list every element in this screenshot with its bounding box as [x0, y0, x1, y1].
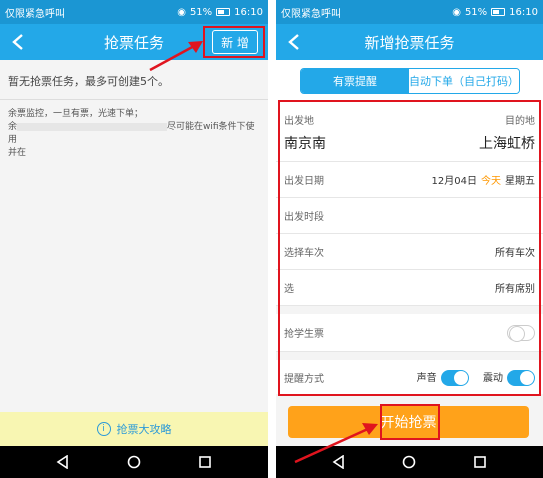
square-recents-icon — [198, 456, 211, 468]
section-gap — [276, 352, 543, 360]
battery-icon — [216, 8, 231, 16]
nav-home-button[interactable] — [125, 453, 143, 471]
vibrate-toggle[interactable] — [507, 369, 535, 386]
triangle-back-icon — [56, 455, 69, 469]
time-period-label: 出发时段 — [284, 212, 324, 223]
seat-label: 选 — [284, 284, 294, 295]
train-label: 选择车次 — [284, 248, 324, 259]
clock-text: 16:10 — [509, 6, 538, 18]
info-icon: i — [96, 422, 111, 436]
phone-screen-task-list: 仅限紧急呼叫 ◉ 51% 16:10 抢票任务 新 增 暂无抢票任务，最多可创建… — [0, 0, 268, 478]
system-icons: ◉ 51% 16:10 — [452, 7, 538, 18]
remind-label: 提醒方式 — [284, 373, 324, 385]
monitor-line-3: 并在 — [8, 148, 27, 158]
status-bar: 仅限紧急呼叫 ◉ 51% 16:10 — [276, 0, 543, 24]
date-label: 出发日期 — [284, 176, 324, 187]
start-button-area: 开始抢票 — [276, 400, 543, 446]
to-label: 目的地 — [505, 116, 535, 127]
system-icons: ◉ 51% 16:10 — [177, 7, 263, 18]
time-period-row[interactable]: 出发时段 — [276, 198, 543, 234]
start-grab-button[interactable]: 开始抢票 — [288, 406, 529, 438]
train-value: 所有车次 — [495, 248, 535, 259]
back-arrow-icon — [12, 34, 23, 50]
battery-percent: 51% — [464, 6, 488, 18]
mode-tabs: 有票提醒 自动下单（自己打码） — [300, 68, 520, 94]
monitor-line-2-start: 余 — [8, 122, 18, 132]
from-label: 出发地 — [284, 116, 314, 127]
date-row[interactable]: 出发日期 12月04日 今天 星期五 — [276, 162, 543, 198]
triangle-back-icon — [332, 455, 344, 469]
title-bar: 抢票任务 新 增 — [0, 24, 268, 60]
carrier-text: 仅限紧急呼叫 — [5, 8, 65, 20]
square-recents-icon — [474, 456, 486, 468]
train-row[interactable]: 选择车次 所有车次 — [276, 234, 543, 270]
blurred-text — [17, 122, 168, 131]
wifi-icon: ◉ — [452, 6, 461, 18]
page-title: 抢票任务 — [103, 33, 164, 52]
station-row[interactable]: 出发地 目的地 南京南 上海虹桥 — [276, 102, 543, 162]
wifi-icon: ◉ — [177, 6, 186, 18]
back-arrow-icon — [288, 34, 299, 50]
nav-recents-button[interactable] — [196, 453, 214, 471]
nav-back-button[interactable] — [330, 453, 348, 471]
phone-screen-new-task: 仅限紧急呼叫 ◉ 51% 16:10 新增抢票任务 有票提醒 自动下单（自己打码… — [276, 0, 543, 478]
status-bar: 仅限紧急呼叫 ◉ 51% 16:10 — [0, 0, 268, 24]
task-form: 出发地 目的地 南京南 上海虹桥 出发日期 12月04日 今天 星期五 出发时段 选… — [276, 102, 543, 394]
sound-toggle[interactable] — [440, 369, 469, 386]
carrier-text: 仅限紧急呼叫 — [281, 8, 341, 20]
android-nav-bar — [0, 446, 268, 478]
back-button[interactable] — [6, 24, 30, 60]
sound-label: 声音 — [416, 372, 437, 384]
mode-tabs-container: 有票提醒 自动下单（自己打码） — [276, 60, 543, 102]
today-badge: 今天 — [481, 176, 501, 187]
monitor-tips: 余票监控，一旦有票，光速下单； 余尽可能在wifi条件下使用 并在 — [0, 100, 268, 160]
monitor-line-2: 余尽可能在wifi条件下使用 — [8, 121, 260, 147]
seat-row[interactable]: 选 所有席别 — [276, 270, 543, 306]
task-list-content: 暂无抢票任务，最多可创建5个。 余票监控，一旦有票，光速下单； 余尽可能在wif… — [0, 60, 268, 446]
tab-auto-order[interactable]: 自动下单（自己打码） — [409, 69, 519, 93]
empty-notice: 暂无抢票任务，最多可创建5个。 — [8, 75, 169, 88]
monitor-line-1: 余票监控，一旦有票，光速下单； — [8, 109, 144, 119]
clock-text: 16:10 — [234, 6, 263, 18]
android-nav-bar — [276, 446, 543, 478]
remind-row: 提醒方式 声音 震动 — [276, 360, 543, 394]
add-task-button[interactable]: 新 增 — [212, 30, 258, 54]
to-station[interactable]: 上海虹桥 — [479, 133, 535, 153]
vibrate-label: 震动 — [483, 372, 503, 384]
student-ticket-toggle[interactable] — [507, 324, 535, 342]
date-value: 12月04日 — [431, 176, 477, 187]
student-ticket-row: 抢学生票 — [276, 314, 543, 352]
from-station[interactable]: 南京南 — [284, 133, 326, 153]
guide-bar[interactable]: i 抢票大攻略 — [0, 412, 268, 446]
student-ticket-label: 抢学生票 — [284, 329, 324, 340]
nav-home-button[interactable] — [400, 453, 418, 471]
title-bar: 新增抢票任务 — [276, 24, 543, 60]
section-gap — [276, 306, 543, 314]
circle-home-icon — [127, 455, 141, 469]
nav-recents-button[interactable] — [471, 453, 489, 471]
circle-home-icon — [403, 455, 416, 469]
weekday-value: 星期五 — [505, 176, 535, 187]
battery-percent: 51% — [189, 6, 213, 18]
guide-label: 抢票大攻略 — [116, 423, 172, 436]
page-title: 新增抢票任务 — [364, 33, 455, 52]
nav-back-button[interactable] — [54, 453, 72, 471]
battery-icon — [491, 8, 506, 16]
seat-value: 所有席别 — [495, 284, 535, 295]
back-button[interactable] — [282, 24, 306, 60]
tab-ticket-alert[interactable]: 有票提醒 — [301, 69, 409, 93]
